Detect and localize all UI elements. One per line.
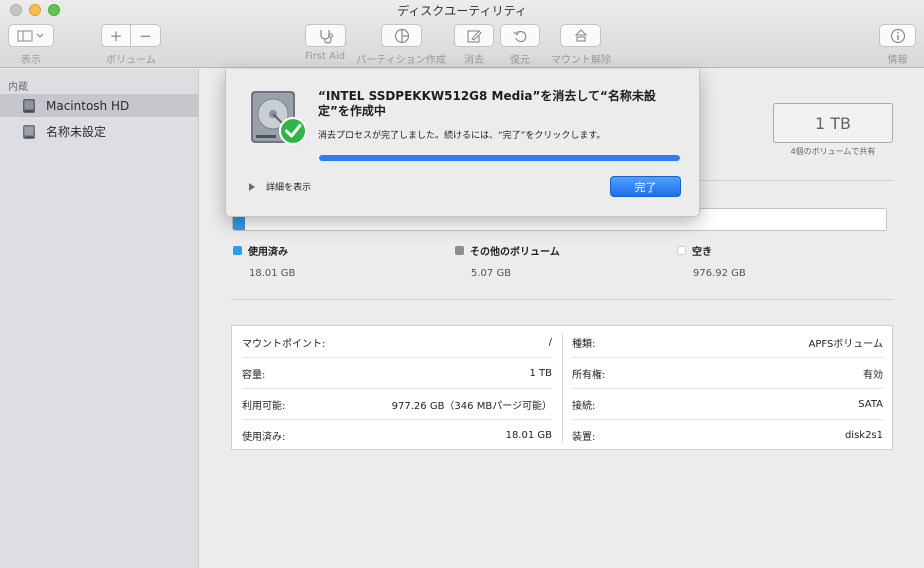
legend-free: 空き 976.92 GB	[677, 243, 746, 279]
info-key: 利用可能:	[242, 401, 286, 412]
info-key: マウントポイント:	[242, 339, 326, 350]
info-value: 18.01 GB	[505, 430, 552, 441]
info-value: 977.26 GB（346 MBパージ可能）	[391, 401, 552, 412]
info-icon	[890, 28, 905, 43]
internal-disk-icon	[23, 124, 35, 139]
info-row-connection: 接続: SATA	[572, 389, 883, 420]
info-value: 有効	[863, 370, 883, 381]
legend-used-label: 使用済み	[248, 247, 288, 258]
legend-free-label: 空き	[692, 247, 712, 258]
view-button[interactable]	[8, 24, 54, 47]
show-details-label: 詳細を表示	[266, 183, 312, 193]
info-label: 情報	[887, 55, 908, 66]
progress-fill	[319, 155, 680, 161]
partition-button[interactable]	[381, 24, 422, 47]
info-column-divider	[562, 334, 563, 442]
info-value: SATA	[858, 399, 883, 410]
info-value: 1 TB	[529, 368, 552, 379]
sidebar: 内蔵 Macintosh HD 名称未設定	[0, 69, 199, 568]
minus-icon: −	[139, 26, 152, 45]
info-button[interactable]	[879, 24, 916, 47]
legend-free-value: 976.92 GB	[693, 268, 746, 279]
sidebar-section-internal: 内蔵	[8, 82, 28, 93]
info-value: disk2s1	[844, 430, 883, 441]
first-aid-button[interactable]	[305, 24, 346, 47]
remove-volume-button[interactable]: −	[130, 24, 161, 47]
window-title: ディスクユーティリティ	[397, 4, 527, 18]
sidebar-item-macintosh-hd[interactable]: Macintosh HD	[0, 94, 199, 117]
erase-button[interactable]	[454, 24, 494, 47]
volume-label: ボリューム	[106, 55, 156, 66]
info-key: 容量:	[242, 370, 266, 381]
restore-button[interactable]	[500, 24, 540, 47]
partition-pie-icon	[394, 28, 409, 43]
capacity-shared-note: 4個のボリュームで共有	[790, 147, 876, 156]
info-key: 種類:	[572, 339, 596, 350]
sidebar-item-untitled[interactable]: 名称未設定	[0, 120, 199, 143]
unmount-icon	[574, 28, 587, 42]
capacity-value: 1 TB	[773, 103, 893, 143]
other-volumes-color-swatch	[455, 246, 464, 255]
drive-checkmark-icon	[251, 91, 307, 145]
restore-label: 復元	[510, 55, 530, 66]
disclosure-triangle-icon	[249, 182, 255, 191]
divider	[231, 299, 893, 300]
unmount-label: マウント解除	[551, 55, 611, 66]
unmount-button[interactable]	[560, 24, 601, 47]
legend-used-value: 18.01 GB	[249, 268, 296, 279]
internal-disk-icon	[23, 98, 35, 113]
info-key: 所有権:	[572, 370, 606, 381]
erase-sheet: “INTEL SSDPEKKW512G8 Media”を消去して“名称未設定”を…	[225, 69, 700, 217]
info-value: APFSボリューム	[808, 339, 884, 350]
info-row-device: 装置: disk2s1	[572, 420, 883, 451]
info-row-type: 種類: APFSボリューム	[572, 327, 883, 358]
free-color-swatch	[677, 246, 686, 255]
add-volume-button[interactable]: +	[101, 24, 131, 47]
info-value: /	[548, 337, 552, 348]
toolbar: ディスクユーティリティ 表示 + − ボリューム First Aid パーティシ…	[0, 0, 924, 68]
view-label: 表示	[21, 55, 41, 66]
info-key: 使用済み:	[242, 432, 286, 443]
sidebar-toggle-icon	[17, 30, 44, 41]
info-row-capacity: 容量: 1 TB	[242, 358, 552, 389]
info-key: 接続:	[572, 401, 596, 412]
stethoscope-icon	[319, 29, 333, 44]
legend-other-label: その他のボリューム	[470, 247, 560, 258]
done-button[interactable]: 完了	[610, 176, 681, 197]
volume-info-table: マウントポイント: / 容量: 1 TB 利用可能: 977.26 GB（346…	[231, 325, 893, 450]
restore-arrow-icon	[513, 30, 527, 42]
sheet-message: 消去プロセスが完了しました。続けるには、“完了”をクリックします。	[318, 131, 606, 141]
info-key: 装置:	[572, 432, 596, 443]
info-row-ownership: 所有権: 有効	[572, 358, 883, 389]
erase-progress-bar	[319, 155, 680, 161]
erase-label: 消去	[464, 55, 484, 66]
partition-label: パーティション作成	[356, 55, 446, 66]
sidebar-item-label: Macintosh HD	[46, 98, 130, 113]
info-row-used: 使用済み: 18.01 GB	[242, 420, 552, 451]
sheet-title: “INTEL SSDPEKKW512G8 Media”を消去して“名称未設定”を…	[318, 89, 656, 118]
info-row-mount-point: マウントポイント: /	[242, 327, 552, 358]
sidebar-item-label: 名称未設定	[46, 125, 107, 139]
show-details-toggle[interactable]: 詳細を表示	[249, 180, 311, 193]
used-color-swatch	[233, 246, 242, 255]
erase-pencil-icon	[467, 29, 482, 43]
first-aid-label: First Aid	[304, 51, 346, 62]
legend-used: 使用済み 18.01 GB	[233, 243, 295, 279]
plus-icon: +	[109, 26, 123, 45]
info-row-available: 利用可能: 977.26 GB（346 MBパージ可能）	[242, 389, 552, 420]
legend-other-value: 5.07 GB	[471, 268, 512, 279]
legend-other-volumes: その他のボリューム 5.07 GB	[455, 243, 560, 279]
